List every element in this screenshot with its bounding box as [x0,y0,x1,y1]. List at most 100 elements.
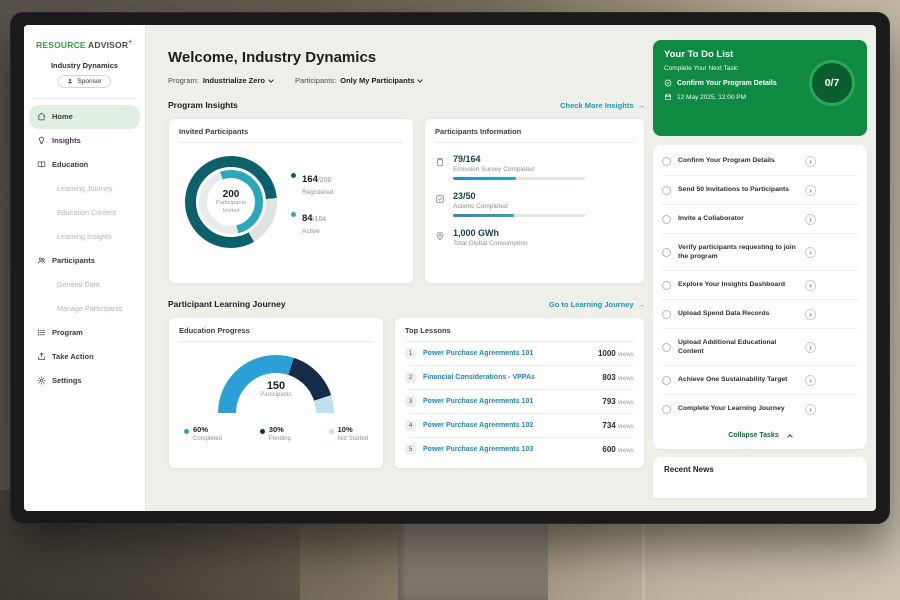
sidebar-item-learning-journey[interactable]: Learning Journey [24,177,145,201]
program-filter[interactable]: Program:Industrialize Zero [168,76,273,85]
legend-dot [291,212,296,217]
checkbox-icon[interactable] [662,310,671,319]
todo-progress-ring: 0/7 [809,60,855,106]
legend-item-active: 84/164 Active [291,208,333,235]
section-title-program-insights: Program Insights [168,100,238,110]
invited-donut-chart: 200 Participants Invited [185,156,277,248]
sidebar-item-learning-insights[interactable]: Learning Insights [24,225,145,249]
check-square-icon [435,191,445,217]
chevron-down-icon [418,77,424,83]
participants-filter-value: Only My Participants [340,76,414,85]
rank-badge: 5 [405,444,416,455]
monitor-bezel: RESOURCE ADVISOR+ Industry Dynamics Spon… [10,12,890,524]
checkbox-icon[interactable] [662,376,671,385]
sponsor-badge: Sponsor [58,75,110,88]
program-filter-label: Program: [168,76,199,85]
book-icon [37,160,46,169]
participants-filter[interactable]: Participants:Only My Participants [295,76,422,85]
todo-panel: Your To Do List Complete Your Next Task:… [653,40,867,511]
sidebar-item-insights[interactable]: Insights [24,129,145,153]
lesson-link[interactable]: Power Purchase Agreements 101 [423,350,591,357]
sidebar-item-label: Participants [52,256,95,265]
sidebar-item-education-content[interactable]: Education Content [24,201,145,225]
sidebar-item-label: Program [52,328,83,337]
sidebar-item-manage-participants[interactable]: Manage Participants [24,297,145,321]
checkbox-icon[interactable] [662,405,671,414]
gauge-center-label: Participants [218,392,334,398]
stat-actions-completed: 23/50 Actions Completed [435,191,634,217]
sidebar-item-label: General Data [57,280,100,289]
sidebar-item-participants[interactable]: Participants [24,249,145,273]
legend-dot [184,429,189,434]
task-row-verify-participants[interactable]: Verify participants requesting to join t… [662,234,858,271]
recent-news-card: Recent News [653,457,867,498]
card-title: Top Lessons [405,326,634,342]
lesson-row: 2 Financial Considerations - VPPAs 803vi… [405,366,634,390]
arrow-right-icon: → [638,101,646,110]
legend-item-registered: 164/200 Registered [291,169,333,196]
task-row-achieve-sustainability-target[interactable]: Achieve One Sustainability Target › [662,366,858,395]
todo-title: Your To Do List [664,49,856,60]
todo-next-task[interactable]: Confirm Your Program Details [664,79,796,87]
todo-header-card: Your To Do List Complete Your Next Task:… [653,40,867,136]
lesson-link[interactable]: Power Purchase Agreements 103 [423,446,595,453]
chevron-right-icon[interactable]: › [805,280,816,291]
chevron-right-icon[interactable]: › [805,375,816,386]
chevron-right-icon[interactable]: › [805,309,816,320]
people-icon [37,256,46,265]
sidebar-item-label: Insights [52,136,81,145]
lightbulb-icon [37,136,46,145]
filter-bar: Program:Industrialize Zero Participants:… [168,76,645,85]
section-title-learning-journey: Participant Learning Journey [168,299,286,309]
sidebar: RESOURCE ADVISOR+ Industry Dynamics Spon… [24,25,146,511]
gear-icon [37,376,46,385]
chevron-right-icon[interactable]: › [805,404,816,415]
sidebar-item-take-action[interactable]: Take Action [24,345,145,369]
lesson-row: 4 Power Purchase Agreements 102 734views [405,414,634,438]
go-to-learning-journey-link[interactable]: Go to Learning Journey→ [549,300,645,309]
card-title: Education Progress [179,326,373,342]
checkbox-icon[interactable] [662,248,671,257]
check-more-insights-link[interactable]: Check More Insights→ [560,101,645,110]
sidebar-item-program[interactable]: Program [24,321,145,345]
task-row-explore-insights[interactable]: Explore Your Insights Dashboard › [662,271,858,300]
card-title: Participants Information [435,127,634,143]
sidebar-item-label: Manage Participants [57,304,123,313]
lesson-row: 1 Power Purchase Agreements 101 1000view… [405,342,634,366]
rank-badge: 2 [405,372,416,383]
task-row-complete-learning-journey[interactable]: Complete Your Learning Journey › [662,395,858,423]
task-row-confirm-program[interactable]: Confirm Your Program Details › [662,147,858,176]
checkbox-icon[interactable] [662,281,671,290]
org-name: Industry Dynamics [24,61,145,70]
task-row-invite-collaborator[interactable]: Invite a Collaborator › [662,205,858,234]
checkbox-icon[interactable] [662,215,671,224]
home-icon [37,112,46,121]
sidebar-item-home[interactable]: Home [29,105,140,129]
task-row-send-invitations[interactable]: Send 50 Invitations to Participants › [662,176,858,205]
collapse-tasks-button[interactable]: Collapse Tasks [662,423,858,447]
sidebar-item-settings[interactable]: Settings [24,369,145,393]
lesson-link[interactable]: Financial Considerations - VPPAs [423,374,595,381]
check-circle-icon [664,79,672,87]
lesson-link[interactable]: Power Purchase Agreements 101 [423,398,595,405]
task-row-upload-spend-data[interactable]: Upload Spend Data Records › [662,300,858,329]
chevron-right-icon[interactable]: › [805,214,816,225]
checkbox-icon[interactable] [662,343,671,352]
chevron-right-icon[interactable]: › [805,185,816,196]
sidebar-item-label: Home [52,112,73,121]
checkbox-icon[interactable] [662,157,671,166]
chevron-right-icon[interactable]: › [805,156,816,167]
sponsor-badge-label: Sponsor [77,78,101,85]
task-row-upload-educational-content[interactable]: Upload Additional Educational Content › [662,329,858,366]
chevron-up-icon [787,434,793,440]
chevron-down-icon [268,77,274,83]
logo-plus: + [128,39,132,46]
checkbox-icon[interactable] [662,186,671,195]
lesson-link[interactable]: Power Purchase Agreements 102 [423,422,595,429]
card-title: Invited Participants [179,127,403,143]
chevron-right-icon[interactable]: › [805,342,816,353]
sidebar-item-general-data[interactable]: General Data [24,273,145,297]
participants-information-card: Participants Information 79/164 Emission… [424,118,645,284]
sidebar-item-education[interactable]: Education [24,153,145,177]
chevron-right-icon[interactable]: › [805,247,816,258]
